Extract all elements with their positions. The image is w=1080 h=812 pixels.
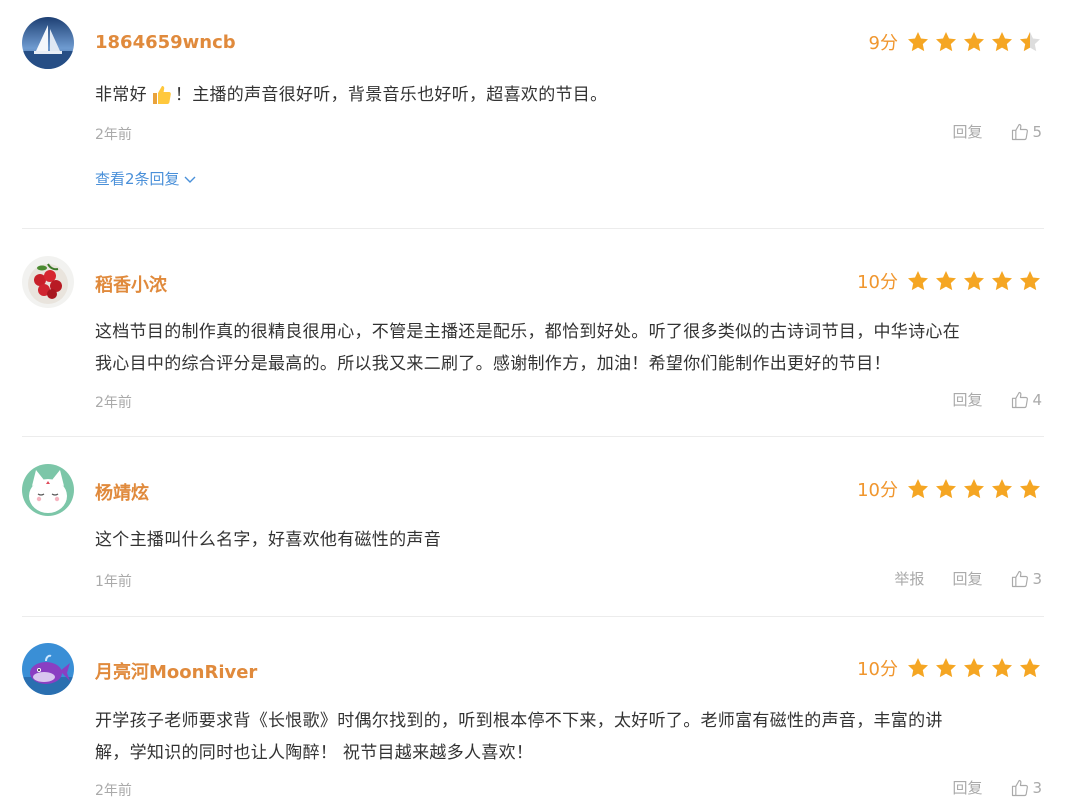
like-button[interactable]: 5 — [1010, 122, 1042, 142]
reply-button[interactable]: 回复 — [952, 568, 982, 589]
score: 10分 — [857, 272, 898, 293]
star-icon — [992, 479, 1012, 499]
star-icon — [1020, 479, 1040, 499]
star-icon — [964, 32, 984, 52]
rating: 10分 — [857, 266, 1042, 296]
username[interactable]: 杨靖炫 — [95, 479, 149, 505]
star-icon — [1020, 658, 1040, 678]
like-button[interactable]: 3 — [1010, 778, 1042, 798]
report-button[interactable]: 举报 — [894, 568, 924, 589]
star-icon — [936, 658, 956, 678]
star-icon — [992, 271, 1012, 291]
star-icon — [908, 658, 928, 678]
thumbs-up-icon — [1012, 391, 1029, 408]
timestamp: 2年前 — [95, 783, 132, 799]
star-icon — [1020, 271, 1040, 291]
star-rating — [906, 269, 1042, 293]
star-icon — [908, 271, 928, 291]
reply-button[interactable]: 回复 — [952, 121, 982, 142]
star-icon — [964, 658, 984, 678]
timestamp: 2年前 — [95, 127, 132, 143]
username[interactable]: 月亮河MoonRiver — [95, 658, 257, 684]
score: 10分 — [857, 480, 898, 501]
thumbs-up-emoji-icon — [152, 86, 171, 104]
star-icon — [964, 271, 984, 291]
sailboat-icon — [22, 17, 74, 69]
star-rating — [906, 656, 1042, 680]
divider — [22, 228, 1044, 229]
view-replies-link[interactable]: 查看2条回复 — [95, 168, 196, 189]
like-button[interactable]: 3 — [1010, 569, 1042, 589]
star-icon — [908, 32, 928, 52]
thumbs-up-icon — [1012, 570, 1029, 587]
star-icon — [936, 32, 956, 52]
like-count: 3 — [1032, 569, 1042, 588]
comment-text: 开学孩子老师要求背《长恨歌》时偶尔找到的，听到根本停不下来，太好听了。老师富有磁… — [95, 711, 943, 763]
like-button[interactable]: 4 — [1010, 390, 1042, 410]
whale-icon — [22, 643, 74, 695]
comment-actions: 回复 4 — [952, 389, 1042, 410]
divider — [22, 616, 1044, 617]
avatar[interactable] — [22, 17, 74, 69]
half-star-icon — [1020, 32, 1040, 52]
chevron-down-icon — [184, 176, 196, 183]
thumbs-up-icon — [1012, 779, 1029, 796]
star-icon — [936, 479, 956, 499]
avatar[interactable] — [22, 464, 74, 516]
username[interactable]: 稻香小浓 — [95, 271, 167, 297]
cat-icon — [22, 464, 74, 516]
comment-actions: 回复 3 — [952, 777, 1042, 798]
star-icon — [964, 479, 984, 499]
like-count: 3 — [1032, 778, 1042, 797]
rating: 10分 — [857, 474, 1042, 504]
star-icon — [992, 32, 1012, 52]
comment-actions: 回复 5 — [952, 121, 1042, 142]
star-icon — [908, 479, 928, 499]
rating: 9分 — [869, 27, 1042, 57]
star-icon — [936, 271, 956, 291]
timestamp: 2年前 — [95, 395, 132, 411]
reply-button[interactable]: 回复 — [952, 389, 982, 410]
star-rating — [906, 477, 1042, 501]
comment-actions: 举报 回复 3 — [894, 568, 1042, 589]
cherries-icon — [22, 256, 74, 308]
comment-text: 这个主播叫什么名字，好喜欢他有磁性的声音 — [95, 530, 441, 550]
timestamp: 1年前 — [95, 574, 132, 590]
avatar[interactable] — [22, 256, 74, 308]
score: 10分 — [857, 659, 898, 680]
score: 9分 — [868, 33, 898, 54]
star-rating — [906, 30, 1042, 54]
comment-text: 非常好 ！主播的声音很好听，背景音乐也好听，超喜欢的节目。 — [95, 85, 608, 105]
like-count: 4 — [1032, 390, 1042, 409]
avatar[interactable] — [22, 643, 74, 695]
divider — [22, 436, 1044, 437]
like-count: 5 — [1032, 122, 1042, 141]
rating: 10分 — [857, 653, 1042, 683]
thumbs-up-icon — [1012, 123, 1029, 140]
star-icon — [992, 658, 1012, 678]
username[interactable]: 1864659wncb — [95, 32, 236, 53]
reply-button[interactable]: 回复 — [952, 777, 982, 798]
comment-text: 这档节目的制作真的很精良很用心，不管是主播还是配乐，都恰到好处。听了很多类似的古… — [95, 322, 960, 374]
